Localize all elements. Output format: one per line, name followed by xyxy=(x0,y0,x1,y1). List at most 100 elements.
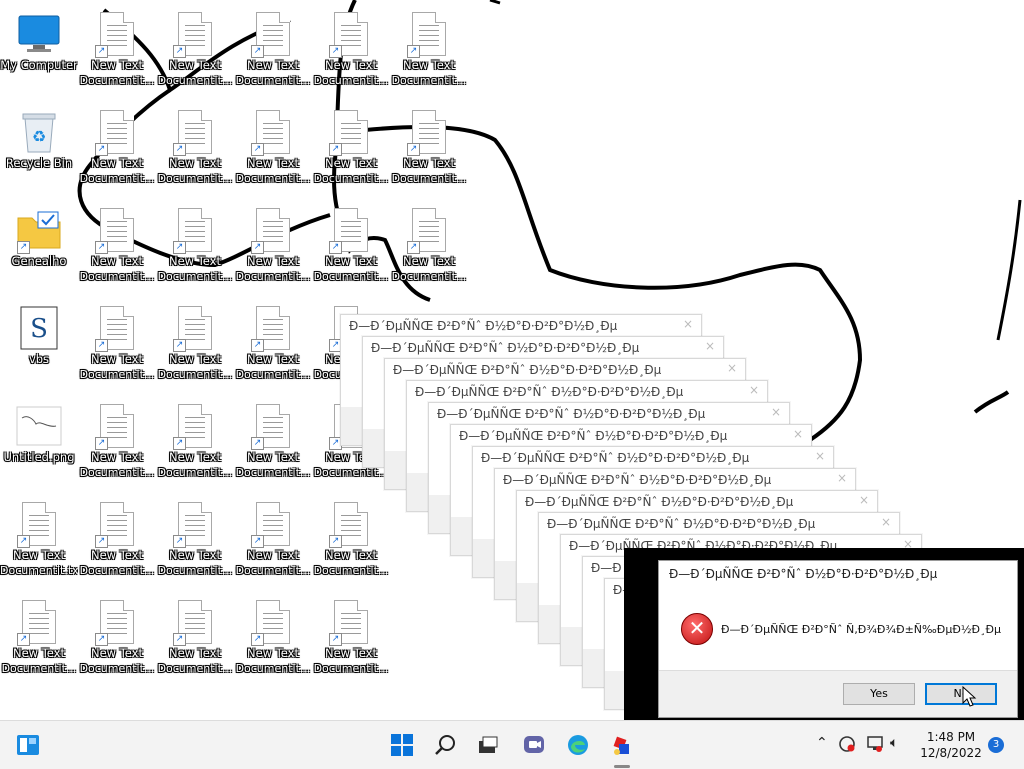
text-document-desktop-icon[interactable]: ↗New Text Documentit... xyxy=(156,494,234,590)
text-document-icon: ↗ xyxy=(249,500,297,548)
untitled-png-icon[interactable]: Untitled.png xyxy=(0,396,78,492)
text-document-desktop-icon[interactable]: ↗ New Text Documentit.txt xyxy=(0,494,78,590)
svg-text:♻: ♻ xyxy=(32,127,46,146)
icon-label: New Text xyxy=(403,156,455,170)
text-document-desktop-icon[interactable]: ↗New Text Documentit... xyxy=(78,494,156,590)
text-document-icon: ↗ xyxy=(327,500,375,548)
text-document-desktop-icon[interactable]: ↗New Text Documentit... xyxy=(234,592,312,688)
text-document-desktop-icon[interactable]: ↗New Text Documentit... xyxy=(156,298,234,394)
start-icon[interactable] xyxy=(386,729,418,761)
task-view-icon[interactable] xyxy=(472,729,504,761)
close-icon[interactable]: × xyxy=(705,339,715,353)
text-document-desktop-icon[interactable]: ↗New Text Documentit... xyxy=(390,200,468,296)
yes-button[interactable]: Yes xyxy=(843,683,915,705)
chevron-up-icon[interactable]: ⌃ xyxy=(816,735,828,751)
close-icon[interactable]: × xyxy=(815,449,825,463)
text-document-icon: ↗ xyxy=(327,108,375,156)
text-document-desktop-icon[interactable]: ↗New Text Documentit... xyxy=(78,592,156,688)
text-document-icon: ↗ xyxy=(93,108,141,156)
sync-icon[interactable] xyxy=(838,735,856,757)
text-document-icon: ↗ xyxy=(327,10,375,58)
text-document-desktop-icon[interactable]: ↗New Text Documentit... xyxy=(312,200,390,296)
close-icon[interactable]: × xyxy=(837,471,847,485)
text-document-desktop-icon[interactable]: ↗New Text Documentit... xyxy=(390,102,468,198)
close-icon[interactable]: × xyxy=(727,361,737,375)
app-icon[interactable] xyxy=(606,729,638,761)
text-document-desktop-icon[interactable]: ↗New Text Documentit... xyxy=(234,396,312,492)
notification-badge[interactable]: 3 xyxy=(988,737,1004,753)
text-document-icon: ↗ xyxy=(93,500,141,548)
text-document-desktop-icon[interactable]: ↗New Text Documentit... xyxy=(234,102,312,198)
no-button[interactable]: No xyxy=(925,683,997,705)
close-icon[interactable]: × xyxy=(859,493,869,507)
icon-label: Documentit... xyxy=(1,662,77,675)
volume-icon[interactable]: 🔈︎ xyxy=(890,735,898,751)
text-document-desktop-icon[interactable]: ↗New Text Documentit... xyxy=(234,494,312,590)
close-icon[interactable]: × xyxy=(793,427,803,441)
widgets-icon[interactable] xyxy=(12,729,44,761)
text-document-desktop-icon[interactable]: ↗New Text Documentit... xyxy=(312,592,390,688)
vbs-file-icon[interactable]: S vbs xyxy=(0,298,78,394)
text-document-desktop-icon[interactable]: ↗New Text Documentit... xyxy=(312,102,390,198)
icon-label: Documentit... xyxy=(235,172,311,185)
text-document-desktop-icon[interactable]: ↗New Text Documentit... xyxy=(156,102,234,198)
shortcut-arrow-icon: ↗ xyxy=(173,535,186,548)
dialog-title: Ð—Ð´ÐµÑÑŒ Ð²Ð°Ñˆ Ð½Ð°Ð·Ð²Ð°Ð½Ð¸Ðµ xyxy=(363,337,723,359)
text-document-desktop-icon[interactable]: ↗New Text Documentit... xyxy=(156,4,234,100)
text-document-desktop-icon[interactable]: ↗New Text Documentit... xyxy=(0,592,78,688)
folder-icon: ↗ xyxy=(15,206,63,254)
text-document-desktop-icon[interactable]: ↗New Text Documentit... xyxy=(78,102,156,198)
mouse-cursor-icon xyxy=(962,686,977,707)
icon-label: New Text xyxy=(403,58,455,72)
text-document-desktop-icon[interactable]: ↗New Text Documentit... xyxy=(78,396,156,492)
dialog-title: Ð—Ð´ÐµÑÑŒ Ð²Ð°Ñˆ Ð½Ð°Ð·Ð²Ð°Ð½Ð¸Ðµ xyxy=(495,469,855,491)
image-thumbnail-icon xyxy=(15,402,63,450)
my-computer-desktop-icon[interactable]: My Computer xyxy=(0,4,78,100)
icon-label: Documentit... xyxy=(79,466,155,479)
dialog-title: Ð—Ð´ÐµÑÑŒ Ð²Ð°Ñˆ Ð½Ð°Ð·Ð²Ð°Ð½Ð¸Ðµ xyxy=(385,359,745,381)
clock[interactable]: 1:48 PM 12/8/2022 xyxy=(916,729,986,761)
shortcut-arrow-icon: ↗ xyxy=(407,45,420,58)
text-document-desktop-icon[interactable]: ↗New Text Documentit... xyxy=(156,396,234,492)
text-document-icon: ↗ xyxy=(327,598,375,646)
icon-label: Documentit... xyxy=(313,74,389,87)
text-document-desktop-icon[interactable]: ↗New Text Documentit... xyxy=(78,200,156,296)
text-document-desktop-icon[interactable]: ↗New Text Documentit... xyxy=(312,4,390,100)
edge-icon[interactable] xyxy=(562,729,594,761)
text-document-icon: ↗ xyxy=(405,108,453,156)
icon-label: New Text xyxy=(325,156,377,170)
shortcut-arrow-icon: ↗ xyxy=(251,241,264,254)
text-document-desktop-icon[interactable]: ↗New Text Documentit... xyxy=(156,592,234,688)
text-document-icon: ↗ xyxy=(249,402,297,450)
text-document-desktop-icon[interactable]: ↗New Text Documentit... xyxy=(312,494,390,590)
text-document-desktop-icon[interactable]: ↗New Text Documentit... xyxy=(156,200,234,296)
close-icon[interactable]: × xyxy=(771,405,781,419)
text-document-icon: ↗ xyxy=(171,598,219,646)
close-icon[interactable]: × xyxy=(881,515,891,529)
text-document-desktop-icon[interactable]: ↗New Text Documentit... xyxy=(234,200,312,296)
search-icon[interactable] xyxy=(430,729,462,761)
icon-label: New Text xyxy=(325,646,377,660)
icon-label: Documentit... xyxy=(79,564,155,577)
shortcut-arrow-icon: ↗ xyxy=(329,633,342,646)
text-document-desktop-icon[interactable]: ↗New Text Documentit... xyxy=(78,298,156,394)
icon-label: Documentit... xyxy=(157,466,233,479)
text-document-desktop-icon[interactable]: ↗New Text Documentit... xyxy=(234,298,312,394)
text-document-icon: ↗ xyxy=(93,206,141,254)
network-icon[interactable] xyxy=(866,735,884,757)
text-document-desktop-icon[interactable]: ↗New Text Documentit... xyxy=(234,4,312,100)
text-document-desktop-icon[interactable]: ↗New Text Documentit... xyxy=(78,4,156,100)
close-icon[interactable]: × xyxy=(749,383,759,397)
genealho-folder-icon[interactable]: ↗ Genealho xyxy=(0,200,78,296)
close-icon[interactable]: × xyxy=(683,317,693,331)
text-document-icon: ↗ xyxy=(93,402,141,450)
icon-label: My Computer xyxy=(0,58,78,72)
icon-label: New Text xyxy=(325,548,377,562)
shortcut-arrow-icon: ↗ xyxy=(329,241,342,254)
recycle-bin-desktop-icon[interactable]: ♻ Recycle Bin xyxy=(0,102,78,198)
shortcut-arrow-icon: ↗ xyxy=(17,633,30,646)
teams-chat-icon[interactable] xyxy=(518,729,550,761)
text-document-icon: ↗ xyxy=(171,402,219,450)
text-document-icon: ↗ xyxy=(171,108,219,156)
text-document-desktop-icon[interactable]: ↗New Text Documentit... xyxy=(390,4,468,100)
